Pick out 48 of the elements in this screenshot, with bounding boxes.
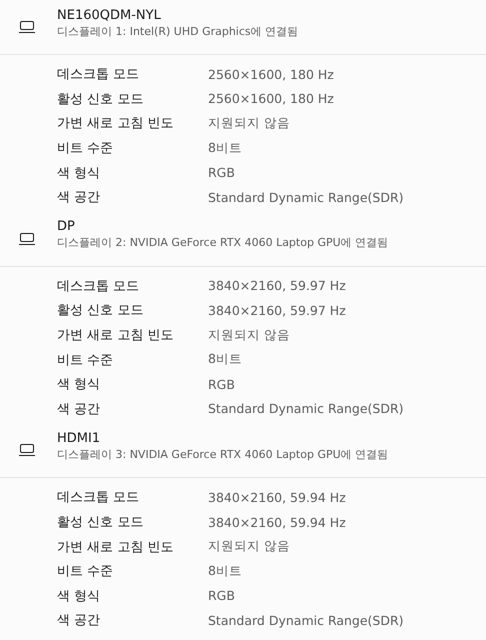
property-label: 가변 새로 고침 빈도 bbox=[57, 115, 174, 132]
connection-text: 디스플레이 1: Intel(R) UHD Graphics에 연결됨 bbox=[57, 24, 298, 38]
property-value: Standard Dynamic Range(SDR) bbox=[208, 190, 404, 205]
laptop-icon bbox=[18, 21, 34, 33]
display-name: NE160QDM-NYL bbox=[57, 8, 162, 22]
property-label: 활성 신호 모드 bbox=[57, 90, 144, 108]
laptop-icon bbox=[18, 444, 34, 456]
property-label: 색 공간 bbox=[57, 400, 102, 418]
property-label: 색 형식 bbox=[57, 376, 102, 394]
display-header[interactable]: NE160QDM-NYL 디스플레이 1: Intel(R) UHD Graphics에 연결됨 bbox=[0, 0, 486, 55]
property-label: 색 공간 bbox=[57, 189, 102, 206]
property-label: 비트 수준 bbox=[57, 140, 114, 158]
property-value: 8비트 bbox=[208, 351, 242, 368]
property-value: Standard Dynamic Range(SDR) bbox=[208, 401, 404, 416]
property-value: 3840×2160, 59.97 Hz bbox=[208, 302, 346, 318]
display-header[interactable]: HDMI1 디스플레이 3: NVIDIA GeForce RTX 4060 Laptop GPU에 연결됨 bbox=[0, 423, 486, 478]
property-value: 2560×1600, 180 Hz bbox=[208, 66, 334, 82]
property-value: 8비트 bbox=[208, 562, 242, 580]
property-label: 가변 새로 고침 빈도 bbox=[57, 538, 174, 556]
property-value: RGB bbox=[208, 376, 235, 392]
display-name: DP bbox=[57, 219, 76, 234]
property-label: 비트 수준 bbox=[57, 563, 114, 580]
property-label: 활성 신호 모드 bbox=[57, 302, 144, 320]
property-label: 활성 신호 모드 bbox=[57, 514, 144, 532]
property-value: 3840×2160, 59.94 Hz bbox=[208, 514, 346, 530]
connection-text: 디스플레이 3: NVIDIA GeForce RTX 4060 Laptop GPU에 연결됨 bbox=[57, 446, 388, 462]
property-label: 가변 새로 고침 빈도 bbox=[57, 327, 174, 344]
property-value: RGB bbox=[208, 165, 235, 180]
property-value: 3840×2160, 59.97 Hz bbox=[208, 278, 346, 294]
property-value: Standard Dynamic Range(SDR) bbox=[208, 612, 404, 628]
property-value: 3840×2160, 59.94 Hz bbox=[208, 490, 346, 505]
property-label: 색 형식 bbox=[57, 164, 102, 182]
property-value: 지원되지 않음 bbox=[208, 538, 290, 556]
property-value: RGB bbox=[208, 588, 235, 604]
property-label: 데스크톱 모드 bbox=[57, 489, 140, 506]
property-label: 데스크톱 모드 bbox=[57, 66, 140, 84]
laptop-icon bbox=[18, 232, 34, 245]
display-name: HDMI1 bbox=[57, 430, 102, 446]
display-header[interactable]: DP 디스플레이 2: NVIDIA GeForce RTX 4060 Laptop GPU에 연결됨 bbox=[0, 212, 486, 267]
property-label: 색 형식 bbox=[57, 588, 102, 605]
property-value: 지원되지 않음 bbox=[208, 114, 290, 132]
property-value: 8비트 bbox=[208, 140, 242, 157]
property-label: 색 공간 bbox=[57, 612, 102, 630]
property-label: 데스크톱 모드 bbox=[57, 278, 140, 295]
property-label: 비트 수준 bbox=[57, 352, 114, 369]
property-value: 2560×1600, 180 Hz bbox=[208, 91, 334, 106]
connection-text: 디스플레이 2: NVIDIA GeForce RTX 4060 Laptop GPU에 연결됨 bbox=[57, 235, 388, 250]
property-value: 지원되지 않음 bbox=[208, 326, 290, 344]
